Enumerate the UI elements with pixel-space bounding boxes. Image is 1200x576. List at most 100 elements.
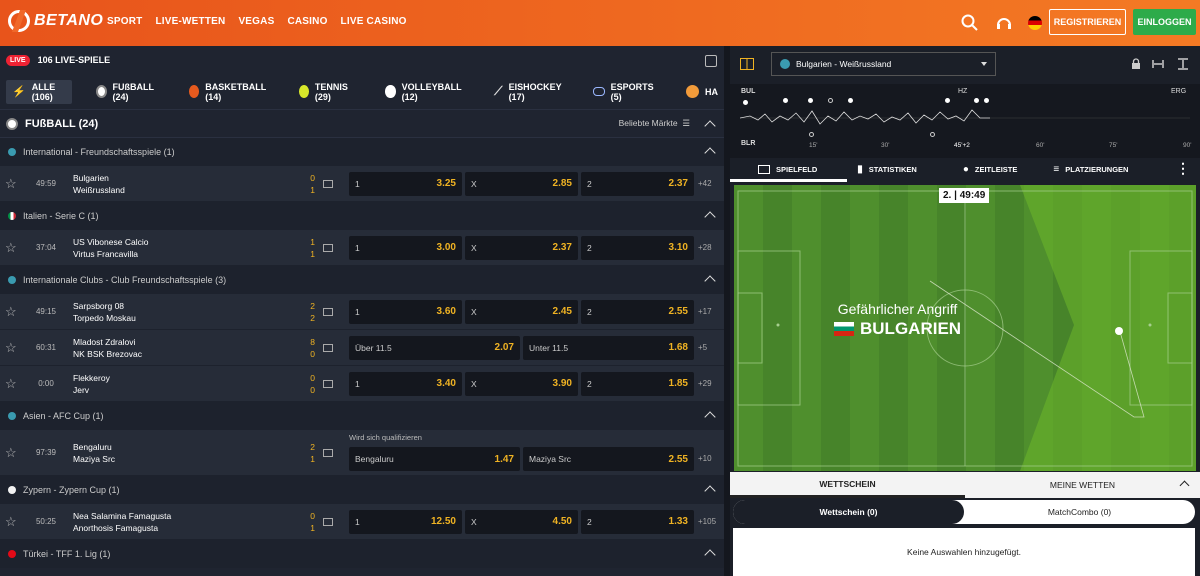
sport-tab-fussball[interactable]: FUßBALL (24) — [90, 80, 165, 104]
sport-tab-eishockey[interactable]: ⟋ EISHOCKEY (17) — [488, 80, 569, 104]
odds-button-home[interactable]: 1 3.25 — [349, 171, 462, 196]
section-header-fussball[interactable]: FUßBALL (24) Beliebte Märkte ☰ — [0, 110, 724, 138]
odds-button-away[interactable]: 2 1.85 — [581, 371, 694, 396]
match-selector[interactable]: Bulgarien - Weißrussland — [771, 52, 996, 76]
nav-live-casino[interactable]: LIVE CASINO — [341, 16, 407, 27]
league-row[interactable]: International - Freundschaftsspiele (1) — [0, 138, 724, 166]
nav-vegas[interactable]: VEGAS — [238, 16, 274, 27]
collapse-icon[interactable] — [1177, 58, 1189, 70]
expand-width-icon[interactable] — [1152, 58, 1164, 70]
league-row[interactable]: Internationale Clubs - Club Freundschaft… — [0, 266, 724, 294]
stats-icon[interactable] — [323, 243, 333, 252]
odds-button-away[interactable]: 2 2.55 — [581, 299, 694, 324]
favorite-star-icon[interactable]: ☆ — [5, 514, 17, 530]
chevron-up-icon[interactable] — [704, 147, 716, 159]
odds-button-away[interactable]: Maziya Src 2.55 — [523, 447, 694, 471]
odds-button-over[interactable]: Über 11.5 2.07 — [349, 335, 520, 360]
search-icon[interactable] — [960, 13, 980, 33]
nav-live-wetten[interactable]: LIVE-WETTEN — [155, 16, 225, 27]
tab-zeitleiste[interactable]: ● ZEITLEISTE — [963, 164, 1018, 175]
markets-select[interactable]: Beliebte Märkte ☰ — [619, 118, 690, 129]
stats-icon[interactable] — [323, 379, 333, 388]
match-teams[interactable]: Bengaluru Maziya Src — [73, 441, 115, 465]
odds-button-draw[interactable]: X 3.90 — [465, 371, 578, 396]
more-markets-link[interactable]: +28 — [698, 243, 712, 252]
nav-sport[interactable]: SPORT — [107, 16, 142, 27]
match-row[interactable]: ☆ 50:25 Nea Salamina Famagusta Anorthosis… — [0, 504, 724, 540]
tab-statistiken[interactable]: ▮ STATISTIKEN — [857, 164, 917, 175]
odds-button-draw[interactable]: X 4.50 — [465, 509, 578, 534]
favorite-star-icon[interactable]: ☆ — [5, 304, 17, 320]
favorite-star-icon[interactable]: ☆ — [5, 340, 17, 356]
match-teams[interactable]: Mladost Zdralovi NK BSK Brezovac — [73, 336, 142, 360]
chevron-up-icon[interactable] — [704, 549, 716, 561]
brand-logo[interactable]: BETANO — [8, 10, 103, 32]
more-options-icon[interactable]: ⋮ — [1176, 161, 1190, 175]
match-teams[interactable]: US Vibonese Calcio Virtus Francavilla — [73, 236, 148, 260]
odds-button-draw[interactable]: X 2.37 — [465, 235, 578, 260]
chevron-up-icon[interactable] — [704, 275, 716, 287]
odds-button-draw[interactable]: X 2.85 — [465, 171, 578, 196]
odds-button-home[interactable]: Bengaluru 1.47 — [349, 447, 520, 471]
match-row[interactable]: ☆ 49:15 Sarpsborg 08 Torpedo Moskau 22 13… — [0, 294, 724, 330]
league-row[interactable]: Türkei - TFF 1. Lig (1) — [0, 540, 724, 568]
more-markets-link[interactable]: +29 — [698, 379, 712, 388]
option-matchcombo[interactable]: MatchCombo (0) — [964, 500, 1195, 524]
tab-meine-wetten[interactable]: MEINE WETTEN — [965, 472, 1200, 498]
more-markets-link[interactable]: +10 — [698, 454, 712, 463]
login-button[interactable]: EINLOGGEN — [1133, 9, 1196, 35]
odds-button-home[interactable]: 1 12.50 — [349, 509, 462, 534]
odds-button-away[interactable]: 2 1.33 — [581, 509, 694, 534]
match-teams[interactable]: Sarpsborg 08 Torpedo Moskau — [73, 300, 136, 324]
chevron-up-icon[interactable] — [704, 411, 716, 423]
match-teams[interactable]: Nea Salamina Famagusta Anorthosis Famagus… — [73, 510, 171, 534]
match-row[interactable]: ☆ 37:04 US Vibonese Calcio Virtus Francav… — [0, 230, 724, 266]
stats-icon[interactable] — [323, 448, 333, 457]
odds-button-under[interactable]: Unter 11.5 1.68 — [523, 335, 694, 360]
more-markets-link[interactable]: +5 — [698, 343, 707, 352]
sport-tab-basketball[interactable]: BASKETBALL (14) — [183, 80, 275, 104]
scoreboard-icon[interactable] — [740, 58, 754, 70]
stats-icon[interactable] — [323, 307, 333, 316]
match-row[interactable]: ☆ 97:39 Bengaluru Maziya Src 21 Wird sich… — [0, 430, 724, 476]
favorite-star-icon[interactable]: ☆ — [5, 445, 17, 461]
match-teams[interactable]: Flekkeroy Jerv — [73, 372, 110, 396]
match-row[interactable]: ☆ 49:59 Bulgarien Weißrussland 01 1 3.25 X… — [0, 166, 724, 202]
league-row[interactable]: Asien - AFC Cup (1) — [0, 402, 724, 430]
more-markets-link[interactable]: +105 — [698, 517, 716, 526]
tab-spielfeld[interactable]: SPIELFELD — [758, 164, 817, 174]
sport-tab-alle[interactable]: ⚡ ALLE (106) — [6, 79, 72, 104]
odds-button-home[interactable]: 1 3.00 — [349, 235, 462, 260]
sport-tab-tennis[interactable]: TENNIS (29) — [293, 80, 362, 104]
league-row[interactable]: Italien - Serie C (1) — [0, 202, 724, 230]
odds-button-away[interactable]: 2 3.10 — [581, 235, 694, 260]
more-markets-link[interactable]: +17 — [698, 307, 712, 316]
match-row[interactable]: ☆ 60:31 Mladost Zdralovi NK BSK Brezovac … — [0, 330, 724, 366]
chevron-up-icon[interactable] — [704, 211, 716, 223]
favorite-star-icon[interactable]: ☆ — [5, 240, 17, 256]
match-row[interactable]: ☆ 0:00 Flekkeroy Jerv 00 1 3.40 X 3.90 2 1.8… — [0, 366, 724, 402]
tab-wettschein[interactable]: WETTSCHEIN — [730, 472, 965, 498]
lock-icon[interactable] — [1130, 58, 1142, 70]
odds-button-draw[interactable]: X 2.45 — [465, 299, 578, 324]
stats-icon[interactable] — [323, 517, 333, 526]
sport-tab-handball[interactable]: HA — [680, 80, 724, 104]
more-markets-link[interactable]: +42 — [698, 179, 712, 188]
nav-casino[interactable]: CASINO — [287, 16, 327, 27]
chevron-up-icon[interactable] — [704, 485, 716, 497]
calendar-icon[interactable] — [705, 55, 717, 67]
tab-platzierungen[interactable]: ≡ PLATZIERUNGEN — [1053, 164, 1128, 175]
register-button[interactable]: REGISTRIEREN — [1049, 9, 1126, 35]
language-flag-icon[interactable] — [1028, 16, 1042, 30]
help-icon[interactable] — [994, 13, 1014, 33]
sport-tab-volleyball[interactable]: VOLLEYBALL (12) — [379, 80, 470, 104]
league-row[interactable]: Zypern - Zypern Cup (1) — [0, 476, 724, 504]
favorite-star-icon[interactable]: ☆ — [5, 376, 17, 392]
sport-tab-esports[interactable]: ESPORTS (5) — [587, 80, 662, 104]
chevron-up-icon[interactable] — [704, 120, 716, 132]
odds-button-away[interactable]: 2 2.37 — [581, 171, 694, 196]
favorite-star-icon[interactable]: ☆ — [5, 176, 17, 192]
option-wettschein[interactable]: Wettschein (0) — [733, 500, 964, 524]
odds-button-home[interactable]: 1 3.60 — [349, 299, 462, 324]
stats-icon[interactable] — [323, 343, 333, 352]
